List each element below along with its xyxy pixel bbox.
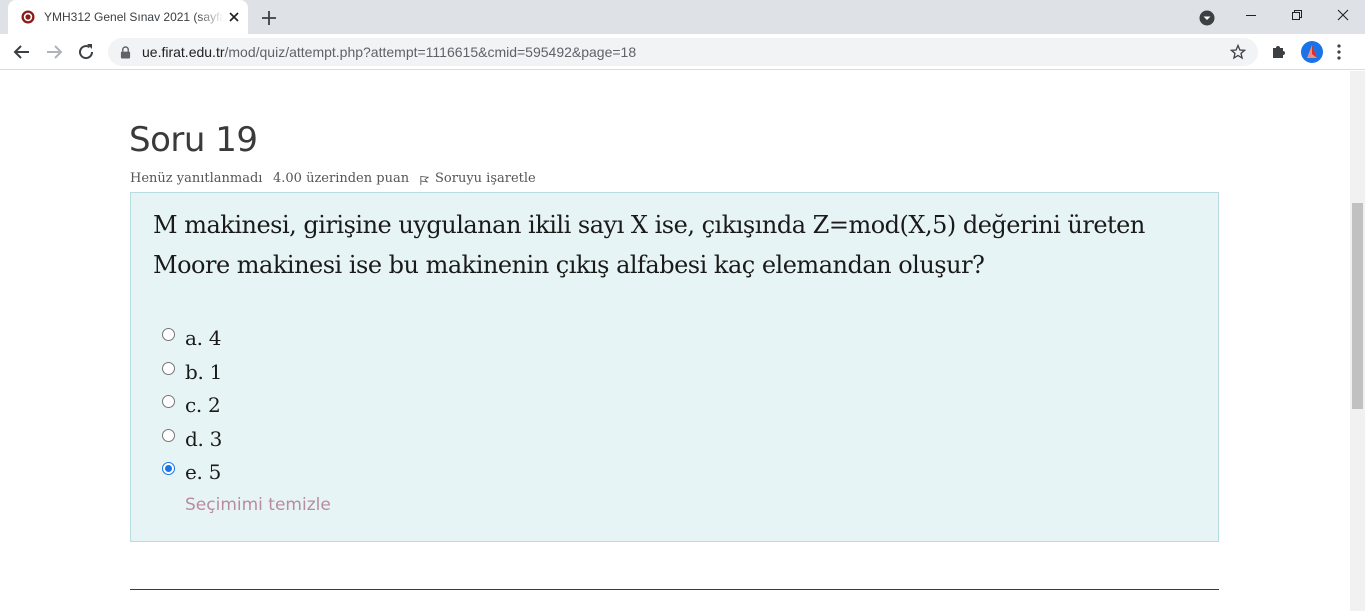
clear-choice-link[interactable]: Seçimimi temizle bbox=[185, 495, 331, 515]
profile-avatar-icon bbox=[1307, 45, 1317, 58]
radio-button[interactable] bbox=[162, 395, 175, 408]
url-host: ue.firat.edu.tr bbox=[142, 44, 225, 60]
back-arrow-icon[interactable] bbox=[10, 40, 34, 64]
close-window-icon bbox=[1337, 9, 1349, 21]
chevron-down-icon[interactable] bbox=[1198, 9, 1216, 27]
flag-icon[interactable] bbox=[419, 175, 430, 186]
radio-button[interactable] bbox=[162, 362, 175, 375]
url-text[interactable]: ue.firat.edu.tr/mod/quiz/attempt.php?att… bbox=[142, 44, 636, 60]
avatar[interactable] bbox=[1301, 41, 1323, 63]
address-bar[interactable]: ue.firat.edu.tr/mod/quiz/attempt.php?att… bbox=[108, 38, 1258, 66]
scrollbar-thumb[interactable] bbox=[1352, 203, 1363, 409]
flag-question-link[interactable]: Soruyu işaretle bbox=[435, 171, 536, 186]
question-title: Soru 19 bbox=[129, 120, 258, 160]
puzzle-icon[interactable] bbox=[1270, 42, 1288, 60]
answer-label[interactable]: d. 3 bbox=[185, 427, 222, 451]
url-path: /mod/quiz/attempt.php?attempt=1116615&cm… bbox=[224, 44, 637, 60]
lock-icon[interactable] bbox=[120, 46, 131, 59]
answer-label[interactable]: c. 2 bbox=[185, 393, 221, 417]
question-points: 4.00 üzerinden puan bbox=[273, 171, 410, 186]
kebab-menu-icon[interactable] bbox=[1336, 42, 1342, 62]
question-text-line-2: Moore makinesi ise bu makinenin çıkış al… bbox=[153, 251, 985, 279]
star-icon[interactable] bbox=[1230, 44, 1246, 60]
radio-button-selected[interactable] bbox=[162, 462, 175, 475]
close-icon[interactable] bbox=[226, 9, 242, 25]
browser-tabstrip: YMH312 Genel Sınav 2021 (sayfa 19 / 20) bbox=[0, 0, 1365, 34]
favicon bbox=[21, 10, 35, 24]
minimize-icon bbox=[1246, 15, 1256, 16]
question-box: M makinesi, girişine uygulanan ikili say… bbox=[130, 192, 1219, 542]
answer-label[interactable]: a. 4 bbox=[185, 326, 221, 350]
reload-icon[interactable] bbox=[74, 40, 98, 64]
question-text-line-1: M makinesi, girişine uygulanan ikili say… bbox=[153, 211, 1145, 239]
radio-button[interactable] bbox=[162, 328, 175, 341]
answer-label[interactable]: b. 1 bbox=[185, 360, 222, 384]
question-status: Henüz yanıtlanmadı bbox=[130, 171, 263, 186]
question-text: M makinesi, girişine uygulanan ikili say… bbox=[153, 205, 1193, 285]
answer-label[interactable]: e. 5 bbox=[185, 460, 221, 484]
browser-tab[interactable]: YMH312 Genel Sınav 2021 (sayfa 19 / 20) bbox=[8, 0, 248, 34]
restore-icon bbox=[1292, 10, 1302, 20]
restore-button[interactable] bbox=[1274, 0, 1320, 30]
page-scrollbar[interactable] bbox=[1350, 71, 1365, 611]
minimize-button[interactable] bbox=[1228, 0, 1274, 30]
section-divider bbox=[130, 589, 1219, 590]
plus-icon[interactable] bbox=[259, 8, 279, 28]
tab-title: YMH312 Genel Sınav 2021 (sayfa 19 / 20) bbox=[44, 10, 224, 24]
window-close-button[interactable] bbox=[1320, 0, 1365, 30]
radio-button[interactable] bbox=[162, 429, 175, 442]
forward-arrow-icon[interactable] bbox=[42, 40, 66, 64]
page-viewport: Soru 19 Henüz yanıtlanmadı 4.00 üzerinde… bbox=[0, 71, 1350, 611]
browser-toolbar: ue.firat.edu.tr/mod/quiz/attempt.php?att… bbox=[0, 34, 1365, 70]
